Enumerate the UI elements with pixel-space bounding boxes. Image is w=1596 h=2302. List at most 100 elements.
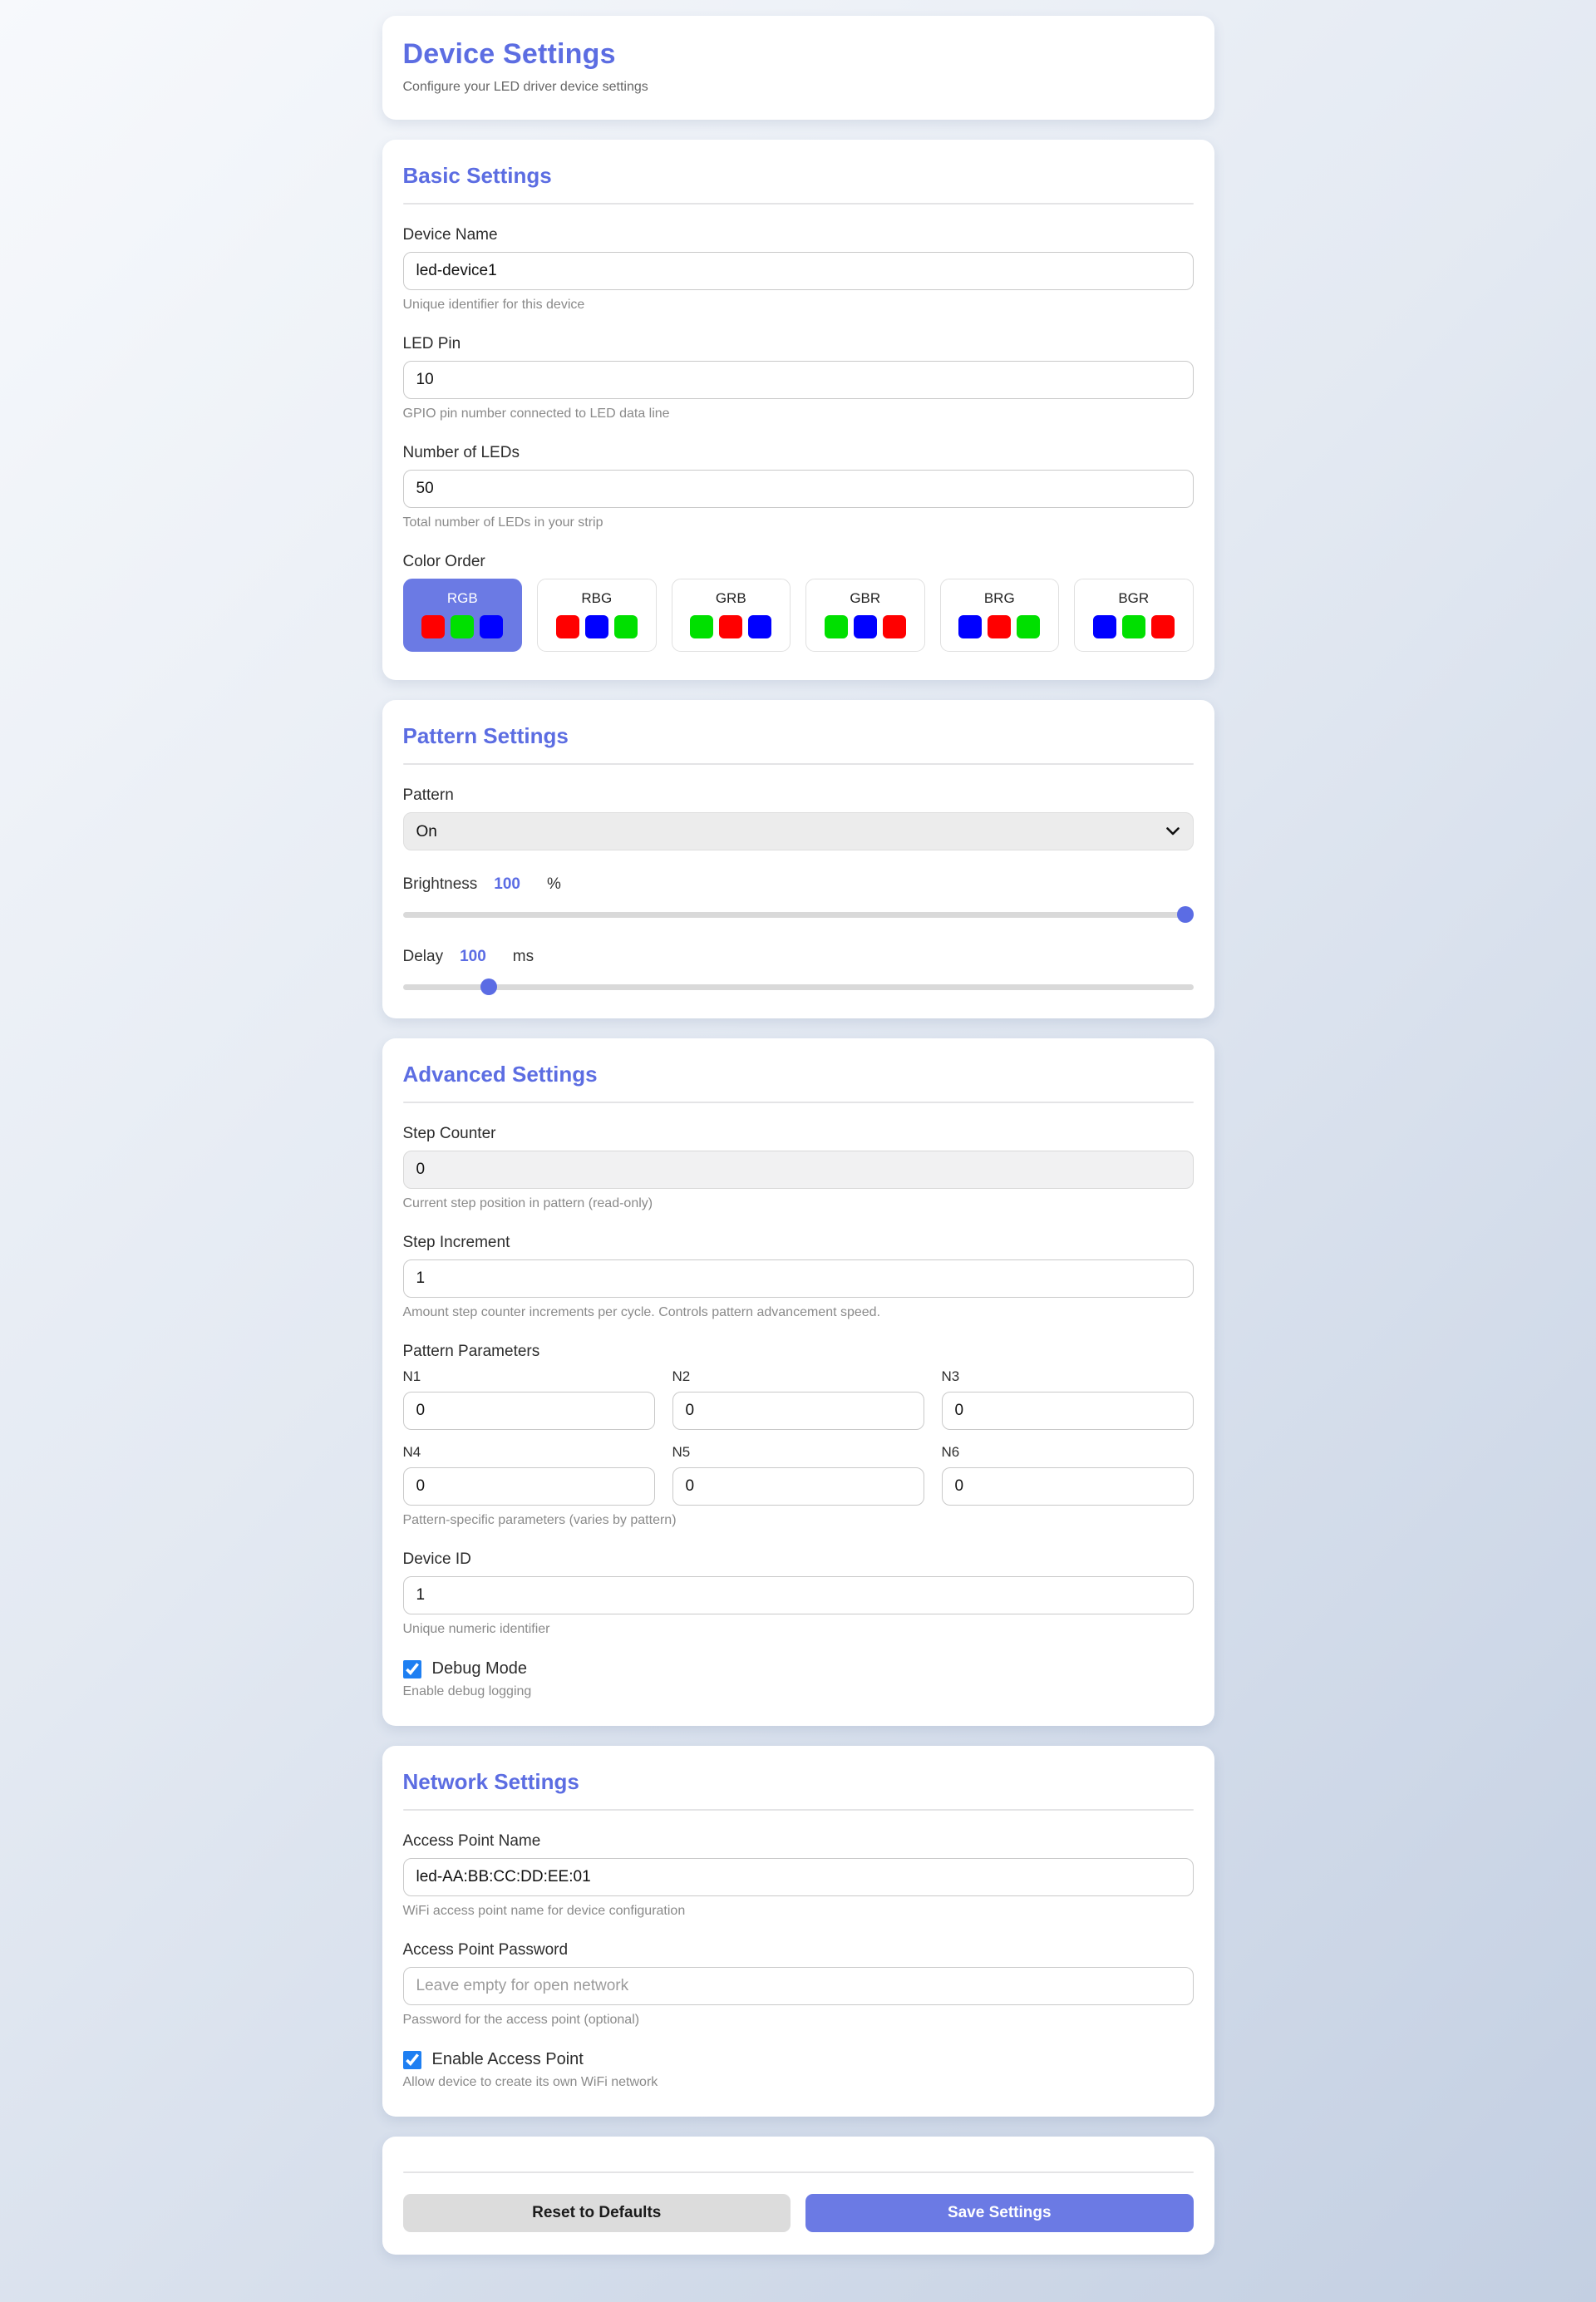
num-leds-input[interactable] xyxy=(403,470,1194,508)
color-order-option-label: GRB xyxy=(672,590,791,607)
param-n6-label: N6 xyxy=(942,1444,1194,1461)
brightness-group: Brightness 100 % xyxy=(403,875,1194,923)
red-swatch xyxy=(883,615,906,638)
basic-settings-card: Basic Settings Device Name Unique identi… xyxy=(382,140,1214,680)
blue-swatch xyxy=(585,615,608,638)
device-id-input[interactable] xyxy=(403,1576,1194,1614)
num-leds-label: Number of LEDs xyxy=(403,444,1194,462)
ap-password-field: Access Point Password Password for the a… xyxy=(403,1941,1194,2028)
param-n4: N4 xyxy=(403,1444,655,1506)
blue-swatch xyxy=(1093,615,1116,638)
step-counter-input xyxy=(403,1151,1194,1189)
save-settings-button[interactable]: Save Settings xyxy=(805,2194,1194,2232)
led-pin-input[interactable] xyxy=(403,361,1194,399)
led-pin-help: GPIO pin number connected to LED data li… xyxy=(403,407,1194,421)
network-settings-heading: Network Settings xyxy=(403,1769,1194,1795)
color-order-option-brg[interactable]: BRG xyxy=(940,579,1060,652)
brightness-head: Brightness 100 % xyxy=(403,875,1194,894)
num-leds-help: Total number of LEDs in your strip xyxy=(403,515,1194,530)
led-pin-label: LED Pin xyxy=(403,335,1194,353)
delay-head: Delay 100 ms xyxy=(403,948,1194,966)
basic-settings-heading: Basic Settings xyxy=(403,163,1194,189)
blue-swatch xyxy=(748,615,771,638)
param-n1-label: N1 xyxy=(403,1368,655,1385)
brightness-unit: % xyxy=(547,875,561,894)
param-n3-label: N3 xyxy=(942,1368,1194,1385)
device-name-help: Unique identifier for this device xyxy=(403,298,1194,313)
delay-value: 100 xyxy=(460,948,486,966)
brightness-slider[interactable] xyxy=(403,906,1194,923)
color-order-label: Color Order xyxy=(403,553,1194,571)
param-n2-label: N2 xyxy=(672,1368,924,1385)
ap-password-help: Password for the access point (optional) xyxy=(403,2013,1194,2028)
red-swatch xyxy=(421,615,445,638)
green-swatch xyxy=(825,615,848,638)
section-divider xyxy=(403,203,1194,205)
step-increment-input[interactable] xyxy=(403,1259,1194,1298)
color-order-option-gbr[interactable]: GBR xyxy=(805,579,925,652)
ap-password-input[interactable] xyxy=(403,1967,1194,2005)
step-counter-field: Step Counter Current step position in pa… xyxy=(403,1125,1194,1211)
param-n1: N1 xyxy=(403,1368,655,1430)
color-order-field: Color Order RGB RBG xyxy=(403,553,1194,652)
ap-name-input[interactable] xyxy=(403,1858,1194,1896)
pattern-select[interactable]: On xyxy=(403,812,1194,850)
device-id-help: Unique numeric identifier xyxy=(403,1622,1194,1637)
advanced-settings-heading: Advanced Settings xyxy=(403,1062,1194,1087)
ap-name-label: Access Point Name xyxy=(403,1832,1194,1851)
color-order-option-grb[interactable]: GRB xyxy=(672,579,791,652)
color-order-option-label: BRG xyxy=(941,590,1059,607)
enable-ap-help: Allow device to create its own WiFi netw… xyxy=(403,2075,1194,2090)
reset-defaults-button[interactable]: Reset to Defaults xyxy=(403,2194,791,2232)
device-name-input[interactable] xyxy=(403,252,1194,290)
blue-swatch xyxy=(480,615,503,638)
param-n4-input[interactable] xyxy=(403,1467,655,1506)
delay-label: Delay xyxy=(403,948,444,966)
color-order-option-label: RGB xyxy=(404,590,522,607)
delay-group: Delay 100 ms xyxy=(403,948,1194,995)
param-n5-label: N5 xyxy=(672,1444,924,1461)
ap-password-label: Access Point Password xyxy=(403,1941,1194,1959)
debug-mode-checkbox[interactable] xyxy=(403,1660,421,1678)
green-swatch xyxy=(1017,615,1040,638)
enable-ap-checkbox[interactable] xyxy=(403,2051,421,2069)
pattern-parameters-field: Pattern Parameters N1 N2 N3 N4 xyxy=(403,1343,1194,1528)
param-n2-input[interactable] xyxy=(672,1392,924,1430)
network-settings-card: Network Settings Access Point Name WiFi … xyxy=(382,1746,1214,2117)
footer-divider xyxy=(403,2171,1194,2173)
section-divider xyxy=(403,1809,1194,1811)
step-increment-help: Amount step counter increments per cycle… xyxy=(403,1305,1194,1320)
page-subtitle: Configure your LED driver device setting… xyxy=(403,80,1194,95)
param-n1-input[interactable] xyxy=(403,1392,655,1430)
footer-button-row: Reset to Defaults Save Settings xyxy=(403,2194,1194,2232)
pattern-settings-heading: Pattern Settings xyxy=(403,723,1194,749)
led-pin-field: LED Pin GPIO pin number connected to LED… xyxy=(403,335,1194,421)
step-increment-field: Step Increment Amount step counter incre… xyxy=(403,1234,1194,1320)
ap-name-field: Access Point Name WiFi access point name… xyxy=(403,1832,1194,1919)
green-swatch xyxy=(614,615,638,638)
advanced-settings-card: Advanced Settings Step Counter Current s… xyxy=(382,1038,1214,1726)
num-leds-field: Number of LEDs Total number of LEDs in y… xyxy=(403,444,1194,530)
green-swatch xyxy=(1122,615,1145,638)
param-n4-label: N4 xyxy=(403,1444,655,1461)
color-order-option-bgr[interactable]: BGR xyxy=(1074,579,1194,652)
footer-actions-card: Reset to Defaults Save Settings xyxy=(382,2137,1214,2255)
section-divider xyxy=(403,763,1194,765)
param-n3-input[interactable] xyxy=(942,1392,1194,1430)
pattern-field: Pattern On xyxy=(403,786,1194,850)
header-card: Device Settings Configure your LED drive… xyxy=(382,16,1214,120)
color-order-option-rbg[interactable]: RBG xyxy=(537,579,657,652)
color-order-option-label: RBG xyxy=(538,590,656,607)
section-divider xyxy=(403,1102,1194,1103)
param-n5-input[interactable] xyxy=(672,1467,924,1506)
delay-slider[interactable] xyxy=(403,978,1194,995)
param-n6-input[interactable] xyxy=(942,1467,1194,1506)
pattern-label: Pattern xyxy=(403,786,1194,805)
color-order-option-rgb[interactable]: RGB xyxy=(403,579,523,652)
blue-swatch xyxy=(854,615,877,638)
enable-ap-field: Enable Access Point Allow device to crea… xyxy=(403,2050,1194,2090)
red-swatch xyxy=(988,615,1011,638)
debug-mode-label: Debug Mode xyxy=(432,1659,528,1678)
pattern-parameters-grid: N1 N2 N3 N4 N5 xyxy=(403,1368,1194,1506)
pattern-parameters-label: Pattern Parameters xyxy=(403,1343,1194,1361)
